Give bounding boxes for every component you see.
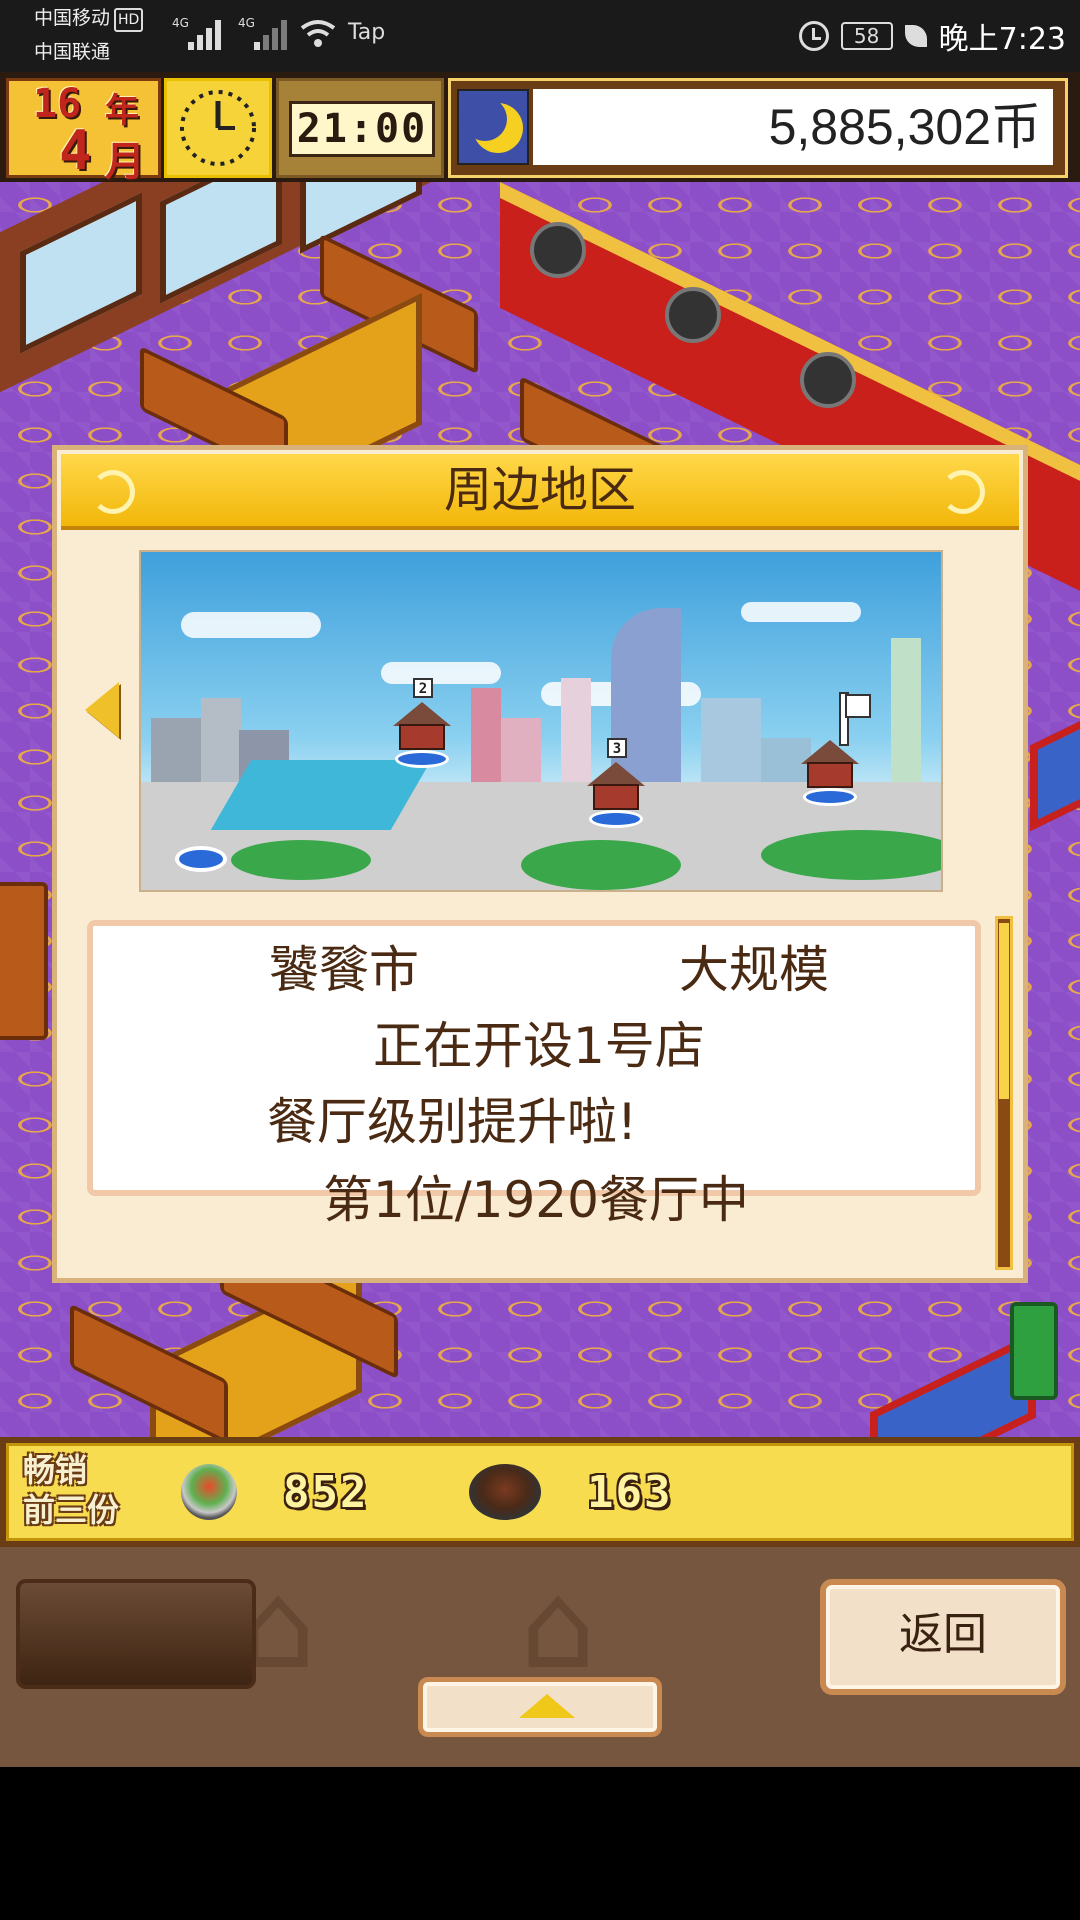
- bottom-controls: ⌂ ⌂ 返回: [0, 1547, 1080, 1767]
- best-seller-count-1: 852: [283, 1467, 369, 1518]
- hd-badge: HD: [114, 8, 144, 32]
- empty-slot-button[interactable]: [16, 1579, 256, 1689]
- year-unit: 年: [105, 91, 139, 131]
- up-arrow-icon: [519, 1694, 575, 1718]
- best-seller-count-2: 163: [587, 1467, 673, 1518]
- money-amount: 5,885,302币: [533, 89, 1053, 165]
- network-type-2: 4G: [238, 16, 255, 30]
- map-grass: [231, 840, 371, 880]
- green-chair: [1010, 1302, 1058, 1400]
- wifi-icon: [300, 20, 336, 47]
- best-sellers-bar: 畅销 前三份 852 163: [0, 1437, 1080, 1547]
- bar-stool: [800, 352, 856, 408]
- back-button[interactable]: 返回: [820, 1579, 1066, 1695]
- expand-up-button[interactable]: [418, 1677, 662, 1737]
- clock-icon: [164, 78, 272, 178]
- city-name: 饕餮市: [269, 941, 419, 999]
- map-grass: [521, 840, 681, 890]
- month-value: 4: [59, 119, 92, 182]
- game-hud: 16 年 4 月 21:00 5,885,302币: [0, 72, 1080, 185]
- network-type-1: 4G: [172, 16, 189, 30]
- game-time-panel: 21:00: [276, 78, 444, 178]
- window: [160, 182, 282, 304]
- city-scale: 大规模: [679, 941, 829, 999]
- carrier-1: 中国移动 HD: [34, 8, 144, 32]
- signal-bars-icon: [188, 18, 224, 50]
- battery-indicator: 58: [840, 22, 893, 50]
- money-panel: 5,885,302币: [448, 78, 1068, 178]
- background-decoration: ⌂: [520, 1557, 597, 1696]
- salad-bowl-icon: [181, 1464, 237, 1520]
- marker-number: 3: [607, 738, 627, 758]
- carrier-2: 中国联通: [34, 41, 111, 63]
- date-panel: 16 年 4 月: [6, 78, 161, 185]
- moon-night-icon: [457, 89, 529, 165]
- table-right: [1030, 698, 1080, 832]
- cloud: [741, 602, 861, 622]
- area-info-box: 饕餮市 大规模 正在开设1号店 餐厅级别提升啦!: [87, 920, 981, 1196]
- system-time: 晚上7:23: [938, 22, 1066, 57]
- opening-status: 正在开设1号店: [373, 1017, 705, 1075]
- empty-location-marker[interactable]: [175, 846, 227, 872]
- scroll-thumb[interactable]: [999, 923, 1009, 1099]
- ranking-text: 第1位/1920餐厅中: [323, 1171, 749, 1229]
- restaurant-marker-3[interactable]: 3: [587, 738, 645, 832]
- bottom-letterbox: [0, 1767, 1080, 1920]
- bar-stool: [665, 287, 721, 343]
- best-sellers-label: 畅销 前三份: [23, 1451, 120, 1529]
- tap-app-indicator: Tap: [348, 20, 386, 45]
- dialog-header: 周边地区: [61, 454, 1019, 530]
- signal-bars-icon: [254, 18, 290, 50]
- bar-stool: [530, 222, 586, 278]
- cloud: [181, 612, 321, 638]
- info-scrollbar[interactable]: [995, 916, 1013, 1270]
- area-map[interactable]: 2 3: [139, 550, 943, 892]
- cloud: [381, 662, 501, 684]
- game-time: 21:00: [289, 101, 435, 157]
- previous-area-arrow-icon[interactable]: [85, 682, 119, 738]
- alarm-icon: [798, 21, 829, 51]
- grill-dish-icon: [469, 1464, 541, 1520]
- restaurant-marker-2[interactable]: 2: [393, 678, 451, 772]
- sofa: [70, 1303, 228, 1437]
- eco-leaf-icon: [904, 25, 927, 47]
- flag-icon: [839, 692, 871, 746]
- window: [300, 182, 422, 254]
- restaurant-marker-main[interactable]: [801, 730, 859, 810]
- level-up-message: 餐厅级别提升啦!: [267, 1093, 638, 1151]
- system-status-bar: 中国移动 HD 中国联通 4G 4G Tap 58 晚上7:23: [0, 0, 1080, 72]
- dialog-title: 周边地区: [443, 462, 636, 518]
- month-unit: 月: [105, 139, 145, 185]
- nearby-area-dialog: 周边地区 2 3 饕餮市 大规模 正在开设1号店 餐厅级别提升啦! 第1位/19…: [52, 445, 1028, 1283]
- marker-number: 2: [413, 678, 433, 698]
- sofa-left: [0, 882, 48, 1040]
